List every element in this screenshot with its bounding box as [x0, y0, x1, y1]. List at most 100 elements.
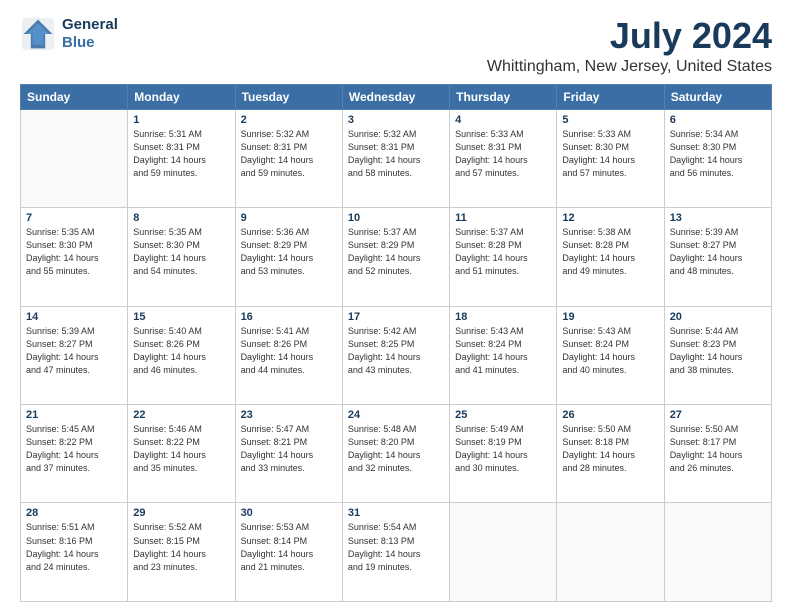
day-info: Sunrise: 5:35 AM Sunset: 8:30 PM Dayligh… — [133, 226, 229, 278]
logo-text: General Blue — [62, 16, 118, 52]
day-number: 12 — [562, 212, 658, 224]
calendar-cell: 24 Sunrise: 5:48 AM Sunset: 8:20 PM Dayli… — [342, 405, 449, 503]
day-number: 19 — [562, 311, 658, 323]
day-number: 21 — [26, 409, 122, 421]
calendar-week-row: 28Sunrise: 5:51 AM Sunset: 8:16 PM Dayli… — [21, 503, 772, 602]
calendar-cell: 10Sunrise: 5:37 AM Sunset: 8:29 PM Dayli… — [342, 208, 449, 306]
weekday-header-wednesday: Wednesday — [342, 84, 449, 109]
day-number: 23 — [241, 409, 337, 421]
day-info: Sunrise: 5:48 AM Sunset: 8:20 PM Dayligh… — [348, 423, 444, 475]
day-number: 30 — [241, 507, 337, 519]
calendar-cell: 4Sunrise: 5:33 AM Sunset: 8:31 PM Daylig… — [450, 109, 557, 207]
calendar-cell — [664, 503, 771, 602]
calendar-cell — [557, 503, 664, 602]
day-info: Sunrise: 5:41 AM Sunset: 8:26 PM Dayligh… — [241, 325, 337, 377]
day-number: 14 — [26, 311, 122, 323]
weekday-header-thursday: Thursday — [450, 84, 557, 109]
calendar-cell: 19Sunrise: 5:43 AM Sunset: 8:24 PM Dayli… — [557, 306, 664, 404]
day-number: 16 — [241, 311, 337, 323]
calendar-week-row: 1Sunrise: 5:31 AM Sunset: 8:31 PM Daylig… — [21, 109, 772, 207]
day-number: 27 — [670, 409, 766, 421]
day-info: Sunrise: 5:33 AM Sunset: 8:31 PM Dayligh… — [455, 128, 551, 180]
day-info: Sunrise: 5:46 AM Sunset: 8:22 PM Dayligh… — [133, 423, 229, 475]
day-number: 8 — [133, 212, 229, 224]
calendar-cell: 18 Sunrise: 5:43 AM Sunset: 8:24 PM Dayli… — [450, 306, 557, 404]
day-number: 13 — [670, 212, 766, 224]
calendar-cell: 14 Sunrise: 5:39 AM Sunset: 8:27 PM Dayli… — [21, 306, 128, 404]
calendar-cell: 15Sunrise: 5:40 AM Sunset: 8:26 PM Dayli… — [128, 306, 235, 404]
calendar-cell — [450, 503, 557, 602]
day-info: Sunrise: 5:50 AM Sunset: 8:17 PM Dayligh… — [670, 423, 766, 475]
day-number: 2 — [241, 114, 337, 126]
day-number: 3 — [348, 114, 444, 126]
day-number: 24 — [348, 409, 444, 421]
day-info: Sunrise: 5:53 AM Sunset: 8:14 PM Dayligh… — [241, 521, 337, 573]
day-info: Sunrise: 5:38 AM Sunset: 8:28 PM Dayligh… — [562, 226, 658, 278]
calendar-header: SundayMondayTuesdayWednesdayThursdayFrid… — [21, 84, 772, 109]
day-number: 6 — [670, 114, 766, 126]
day-info: Sunrise: 5:43 AM Sunset: 8:24 PM Dayligh… — [455, 325, 551, 377]
day-number: 5 — [562, 114, 658, 126]
calendar-table: SundayMondayTuesdayWednesdayThursdayFrid… — [20, 84, 772, 602]
day-info: Sunrise: 5:45 AM Sunset: 8:22 PM Dayligh… — [26, 423, 122, 475]
calendar-cell: 13Sunrise: 5:39 AM Sunset: 8:27 PM Dayli… — [664, 208, 771, 306]
calendar-week-row: 14 Sunrise: 5:39 AM Sunset: 8:27 PM Dayli… — [21, 306, 772, 404]
calendar-cell: 20 Sunrise: 5:44 AM Sunset: 8:23 PM Dayli… — [664, 306, 771, 404]
logo: General Blue — [20, 16, 118, 52]
weekday-header-saturday: Saturday — [664, 84, 771, 109]
day-number: 25 — [455, 409, 551, 421]
day-number: 28 — [26, 507, 122, 519]
calendar-cell: 21 Sunrise: 5:45 AM Sunset: 8:22 PM Dayli… — [21, 405, 128, 503]
day-info: Sunrise: 5:32 AM Sunset: 8:31 PM Dayligh… — [348, 128, 444, 180]
calendar-cell: 30 Sunrise: 5:53 AM Sunset: 8:14 PM Dayli… — [235, 503, 342, 602]
day-number: 15 — [133, 311, 229, 323]
day-number: 7 — [26, 212, 122, 224]
day-info: Sunrise: 5:50 AM Sunset: 8:18 PM Dayligh… — [562, 423, 658, 475]
day-info: Sunrise: 5:34 AM Sunset: 8:30 PM Dayligh… — [670, 128, 766, 180]
calendar-cell: 6 Sunrise: 5:34 AM Sunset: 8:30 PM Daylig… — [664, 109, 771, 207]
calendar-cell: 29Sunrise: 5:52 AM Sunset: 8:15 PM Dayli… — [128, 503, 235, 602]
calendar-cell: 9Sunrise: 5:36 AM Sunset: 8:29 PM Daylig… — [235, 208, 342, 306]
day-number: 18 — [455, 311, 551, 323]
header: General Blue July 2024 Whittingham, New … — [20, 16, 772, 76]
calendar-cell: 3 Sunrise: 5:32 AM Sunset: 8:31 PM Daylig… — [342, 109, 449, 207]
day-number: 29 — [133, 507, 229, 519]
title-section: July 2024 Whittingham, New Jersey, Unite… — [487, 16, 772, 76]
calendar-cell: 7 Sunrise: 5:35 AM Sunset: 8:30 PM Daylig… — [21, 208, 128, 306]
calendar-cell: 8 Sunrise: 5:35 AM Sunset: 8:30 PM Daylig… — [128, 208, 235, 306]
day-number: 1 — [133, 114, 229, 126]
calendar-cell: 11 Sunrise: 5:37 AM Sunset: 8:28 PM Dayli… — [450, 208, 557, 306]
calendar-cell: 27 Sunrise: 5:50 AM Sunset: 8:17 PM Dayli… — [664, 405, 771, 503]
weekday-header-row: SundayMondayTuesdayWednesdayThursdayFrid… — [21, 84, 772, 109]
day-info: Sunrise: 5:33 AM Sunset: 8:30 PM Dayligh… — [562, 128, 658, 180]
calendar-cell: 5 Sunrise: 5:33 AM Sunset: 8:30 PM Daylig… — [557, 109, 664, 207]
day-number: 22 — [133, 409, 229, 421]
calendar-cell: 2 Sunrise: 5:32 AM Sunset: 8:31 PM Daylig… — [235, 109, 342, 207]
weekday-header-monday: Monday — [128, 84, 235, 109]
calendar-cell: 16 Sunrise: 5:41 AM Sunset: 8:26 PM Dayli… — [235, 306, 342, 404]
page: General Blue July 2024 Whittingham, New … — [0, 0, 792, 612]
calendar-cell: 23 Sunrise: 5:47 AM Sunset: 8:21 PM Dayli… — [235, 405, 342, 503]
weekday-header-sunday: Sunday — [21, 84, 128, 109]
day-info: Sunrise: 5:37 AM Sunset: 8:28 PM Dayligh… — [455, 226, 551, 278]
calendar-cell: 28Sunrise: 5:51 AM Sunset: 8:16 PM Dayli… — [21, 503, 128, 602]
calendar-week-row: 21 Sunrise: 5:45 AM Sunset: 8:22 PM Dayli… — [21, 405, 772, 503]
calendar-cell: 22 Sunrise: 5:46 AM Sunset: 8:22 PM Dayli… — [128, 405, 235, 503]
day-number: 20 — [670, 311, 766, 323]
day-info: Sunrise: 5:47 AM Sunset: 8:21 PM Dayligh… — [241, 423, 337, 475]
day-info: Sunrise: 5:32 AM Sunset: 8:31 PM Dayligh… — [241, 128, 337, 180]
day-info: Sunrise: 5:35 AM Sunset: 8:30 PM Dayligh… — [26, 226, 122, 278]
day-number: 10 — [348, 212, 444, 224]
weekday-header-friday: Friday — [557, 84, 664, 109]
day-number: 26 — [562, 409, 658, 421]
day-info: Sunrise: 5:44 AM Sunset: 8:23 PM Dayligh… — [670, 325, 766, 377]
subtitle: Whittingham, New Jersey, United States — [487, 58, 772, 76]
calendar-cell: 26 Sunrise: 5:50 AM Sunset: 8:18 PM Dayli… — [557, 405, 664, 503]
main-title: July 2024 — [487, 16, 772, 56]
day-number: 11 — [455, 212, 551, 224]
day-info: Sunrise: 5:36 AM Sunset: 8:29 PM Dayligh… — [241, 226, 337, 278]
day-info: Sunrise: 5:42 AM Sunset: 8:25 PM Dayligh… — [348, 325, 444, 377]
calendar-cell: 12 Sunrise: 5:38 AM Sunset: 8:28 PM Dayli… — [557, 208, 664, 306]
day-number: 31 — [348, 507, 444, 519]
day-info: Sunrise: 5:39 AM Sunset: 8:27 PM Dayligh… — [26, 325, 122, 377]
